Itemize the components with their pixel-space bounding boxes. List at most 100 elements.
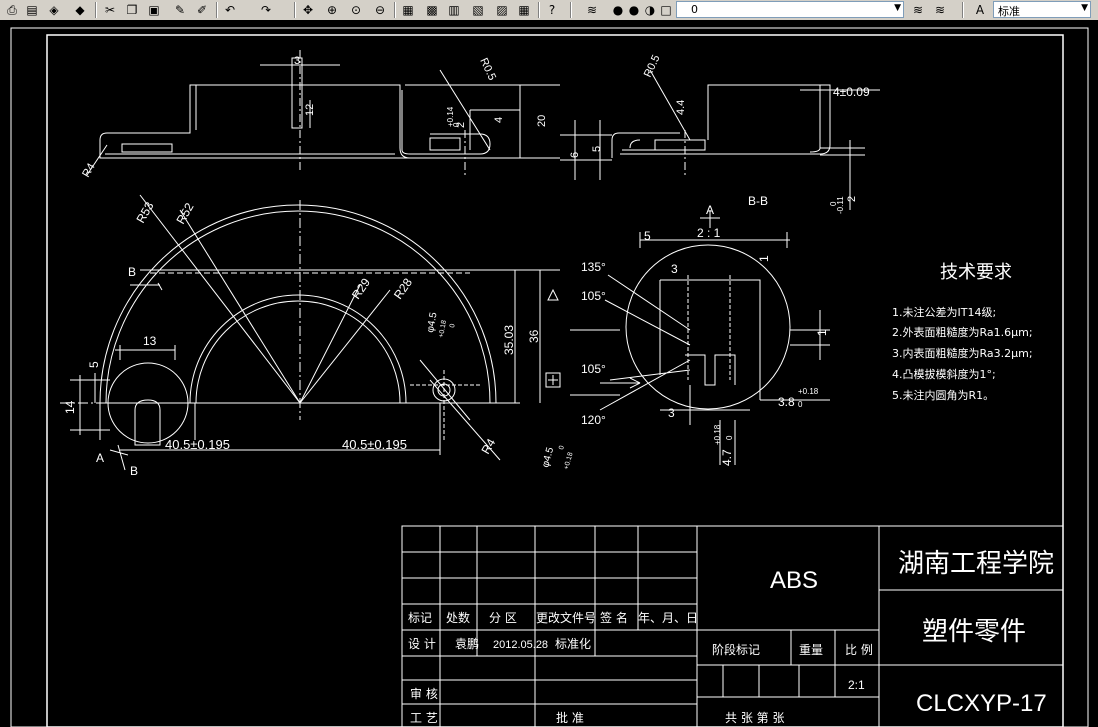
undo-icon[interactable]: ↶ (222, 2, 238, 18)
note-2: 2.外表面粗糙度为Ra1.6μm; (892, 325, 1033, 339)
help-icon[interactable]: ? (544, 2, 560, 18)
dim-36: 36 (527, 329, 541, 343)
hdr-mark: 标记 (408, 611, 432, 625)
dim-6: 6 (569, 152, 581, 158)
dim-44: 4.4 (675, 100, 687, 115)
plot-preview-icon[interactable]: ▤ (24, 2, 40, 18)
review-label: 审 核 (410, 686, 438, 701)
cut-icon[interactable]: ✂ (102, 2, 118, 18)
part-name: 塑件零件 (922, 617, 1026, 647)
chevron-down-icon[interactable]: ▼ (1081, 3, 1088, 13)
dim-405-left: 40.5±0.195 (165, 437, 230, 452)
dim-1b: 1 (815, 329, 829, 336)
copy-icon[interactable]: ❐ (124, 2, 140, 18)
design-date: 2012.05.28 (493, 639, 548, 651)
sun-icon: ● (628, 3, 640, 17)
quickcalc-icon[interactable]: ▦ (516, 2, 532, 18)
dim-4-tol: 4±0.09 (833, 85, 870, 99)
dim-5-detail: 5 (644, 229, 651, 243)
note-4: 4.凸模拔模斜度为1°; (892, 367, 996, 381)
plot-icon[interactable]: ⎙ (4, 2, 20, 18)
approve-label: 批 准 (556, 710, 584, 725)
dim-2b: 2 (846, 196, 858, 202)
dim-47: 4.7 (720, 449, 734, 466)
tool-palettes-icon[interactable]: ▥ (446, 2, 462, 18)
label-b-lower: B (130, 464, 138, 478)
layer-previous-icon[interactable]: ≋ (910, 2, 926, 18)
zoom-window-icon[interactable]: ⊙ (348, 2, 364, 18)
angle-105a: 105° (581, 289, 606, 303)
pan-icon[interactable]: ✥ (300, 2, 316, 18)
note-1: 1.未注公差为IT14级; (892, 305, 996, 319)
dim-5-top: 5 (591, 146, 603, 152)
angle-105b: 105° (581, 362, 606, 376)
redo-icon[interactable]: ↷ (258, 2, 274, 18)
text-style-dropdown[interactable]: 标准 ▼ (993, 1, 1091, 18)
dim-5-main: 5 (87, 361, 101, 368)
text-style-icon: A (975, 3, 985, 17)
design-label: 设 计 (408, 637, 436, 651)
scale-label: 比 例 (845, 643, 873, 657)
hdr-sign: 签 名 (600, 610, 628, 625)
scale-value: 2:1 (848, 678, 865, 692)
design-center-icon[interactable]: ▩ (424, 2, 440, 18)
lightbulb-icon: ● (612, 3, 624, 17)
process-label: 工 艺 (410, 711, 438, 725)
layer-state-icon[interactable]: ≋ (932, 2, 948, 18)
angle-120: 120° (581, 413, 606, 427)
tol-38-0: 0 (798, 400, 803, 409)
toolbar-separator (216, 2, 218, 18)
dim-13: 13 (143, 334, 157, 348)
tol-47: +0.18 (713, 424, 722, 445)
weight-label: 重量 (799, 643, 823, 657)
label-b-b: B-B (748, 194, 768, 208)
paste-icon[interactable]: ▣ (146, 2, 162, 18)
sheet-set-icon[interactable]: ▧ (470, 2, 486, 18)
label-b-upper: B (128, 265, 136, 279)
hdr-count: 处数 (446, 610, 470, 625)
sheets: 共 张 第 张 (725, 711, 784, 725)
angle-135: 135° (581, 260, 606, 274)
dim-1a: 1 (757, 255, 771, 262)
color-swatch-icon: □ (660, 3, 672, 17)
label-a-detail: A (706, 203, 714, 217)
lock-icon: ◑ (644, 3, 656, 17)
dim-4: 4 (493, 117, 505, 123)
zoom-realtime-icon[interactable]: ⊕ (324, 2, 340, 18)
dim-2: 2 (455, 122, 467, 128)
note-3: 3.内表面粗糙度为Ra3.2μm; (892, 346, 1033, 360)
zoom-previous-icon[interactable]: ⊖ (372, 2, 388, 18)
dim-3a: 3 (671, 262, 678, 276)
standard-toolbar: ⎙ ▤ ◈ ◆ ✂ ❐ ▣ ✎ ✐ ↶ ↷ ✥ ⊕ ⊙ ⊖ ▦ ▩ ▥ ▧ ▨ … (0, 0, 1098, 21)
tol2-0: 0 (829, 201, 838, 206)
publish-icon[interactable]: ◈ (46, 2, 62, 18)
match-properties-icon[interactable]: ✎ (172, 2, 188, 18)
chevron-down-icon[interactable]: ▼ (894, 3, 901, 13)
tol-38: +0.18 (798, 387, 819, 396)
drawing-number: CLCXYP-17 (916, 690, 1047, 717)
dim-38: 3.8 (778, 395, 795, 409)
label-a: A (96, 451, 104, 465)
toolbar-separator (962, 2, 964, 18)
scale-2-1: 2 : 1 (697, 226, 721, 240)
properties-icon[interactable]: ▦ (400, 2, 416, 18)
notes-title: 技术要求 (940, 262, 1012, 283)
dim-20: 20 (536, 115, 548, 127)
material: ABS (770, 567, 818, 594)
layer-manager-icon[interactable]: ≋ (584, 2, 600, 18)
dim-12: 12 (304, 104, 316, 116)
toolbar-separator (294, 2, 296, 18)
dim-14: 14 (63, 400, 77, 414)
hdr-date: 年、月、日 (638, 611, 698, 625)
toolbar-separator (570, 2, 572, 18)
toolbar-separator (394, 2, 396, 18)
block-editor-icon[interactable]: ✐ (194, 2, 210, 18)
layer-dropdown[interactable]: 0 ▼ (676, 1, 904, 18)
note-5: 5.未注内圆角为R1。 (892, 388, 994, 402)
dim-3503: 35.03 (502, 325, 516, 355)
drawing-canvas[interactable]: 3 12 R0.5 +0.14 0 2 4 20 R4 6 5 R0.5 4.4… (0, 20, 1098, 727)
markup-icon[interactable]: ▨ (494, 2, 510, 18)
designer-name: 袁鹏 (455, 637, 479, 651)
3d-dwf-icon[interactable]: ◆ (72, 2, 88, 18)
toolbar-separator (538, 2, 540, 18)
